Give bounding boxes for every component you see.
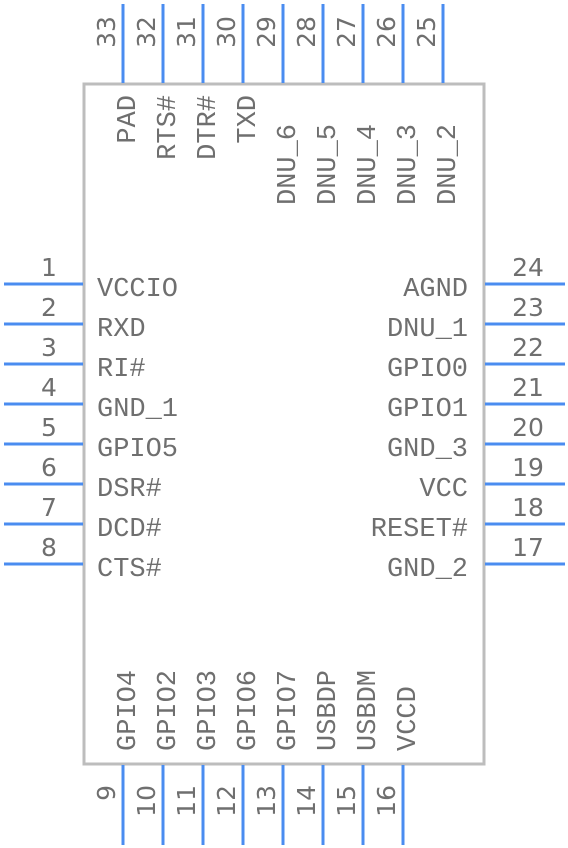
pin-number: 23: [512, 293, 544, 322]
ic-pinout-diagram: 1 VCCIO 2 RXD 3 RI# 4 GND_1 5 GPIO5 6 DSR# 7 DCD# 8 CTS…: [4, 4, 565, 845]
pin-label: TXD: [234, 95, 264, 144]
pin-label: GPIO5: [97, 435, 178, 465]
pin-number: 25: [412, 16, 441, 48]
pin-number: 5: [41, 413, 57, 442]
pin-label: CTS#: [97, 555, 162, 585]
pin-label: GPIO7: [274, 670, 304, 751]
pin-number: 20: [512, 413, 544, 442]
pin-number: 22: [512, 333, 544, 362]
pin-number: 6: [41, 453, 57, 482]
pin-label: RI#: [97, 355, 146, 385]
pin-number: 8: [41, 533, 57, 562]
pin-label: DNU_1: [387, 315, 468, 345]
pin-number: 29: [252, 16, 281, 48]
pin-number: 1: [41, 253, 57, 282]
pin-label: DTR#: [194, 95, 224, 160]
pin-number: 16: [372, 785, 401, 817]
pin-number: 33: [92, 16, 121, 48]
pin-label: GPIO3: [194, 670, 224, 751]
pin-label: RESET#: [371, 515, 468, 545]
pin-number: 18: [512, 493, 544, 522]
pin-number: 4: [41, 373, 57, 402]
pin-label: GND_2: [387, 555, 468, 585]
pin-label: GPIO0: [387, 355, 468, 385]
pin-label: USBDP: [314, 670, 344, 751]
pin-label: DNU_2: [434, 124, 464, 205]
pin-label: USBDM: [354, 670, 384, 751]
pin-number: 28: [292, 16, 321, 48]
pin-number: 15: [332, 785, 361, 817]
pin-label: DNU_6: [274, 124, 304, 205]
pin-label: GPIO4: [114, 670, 144, 751]
pin-label: RTS#: [154, 95, 184, 160]
pin-number: 27: [332, 16, 361, 48]
pin-label: DSR#: [97, 475, 162, 505]
pin-number: 21: [512, 373, 544, 402]
pin-number: 31: [172, 16, 201, 48]
pin-number: 32: [132, 16, 161, 48]
pin-number: 9: [92, 785, 121, 801]
pin-label: GPIO2: [154, 670, 184, 751]
pin-number: 3: [41, 333, 57, 362]
pin-label: GND_1: [97, 395, 178, 425]
pin-number: 11: [172, 785, 201, 817]
pin-label: VCCD: [394, 686, 424, 751]
pin-label: DNU_3: [394, 124, 424, 205]
pin-number: 10: [132, 785, 161, 817]
pin-number: 24: [512, 253, 544, 282]
pin-number: 7: [41, 493, 57, 522]
pin-number: 2: [41, 293, 57, 322]
pin-label: GND_3: [387, 435, 468, 465]
pin-label: VCC: [419, 475, 468, 505]
pin-number: 12: [212, 785, 241, 817]
pin-number: 13: [252, 785, 281, 817]
pin-label: DNU_4: [354, 124, 384, 205]
pin-number: 30: [212, 16, 241, 48]
pin-number: 17: [512, 533, 544, 562]
pin-number: 14: [292, 785, 321, 817]
pin-number: 19: [512, 453, 544, 482]
pin-label: GPIO1: [387, 395, 468, 425]
pin-label: DCD#: [97, 515, 162, 545]
pin-label: RXD: [97, 315, 146, 345]
pin-label: AGND: [403, 275, 468, 305]
pin-number: 26: [372, 16, 401, 48]
pin-label: DNU_5: [314, 124, 344, 205]
pin-label: VCCIO: [97, 275, 178, 305]
pin-label: PAD: [114, 95, 144, 144]
pin-label: GPIO6: [234, 670, 264, 751]
